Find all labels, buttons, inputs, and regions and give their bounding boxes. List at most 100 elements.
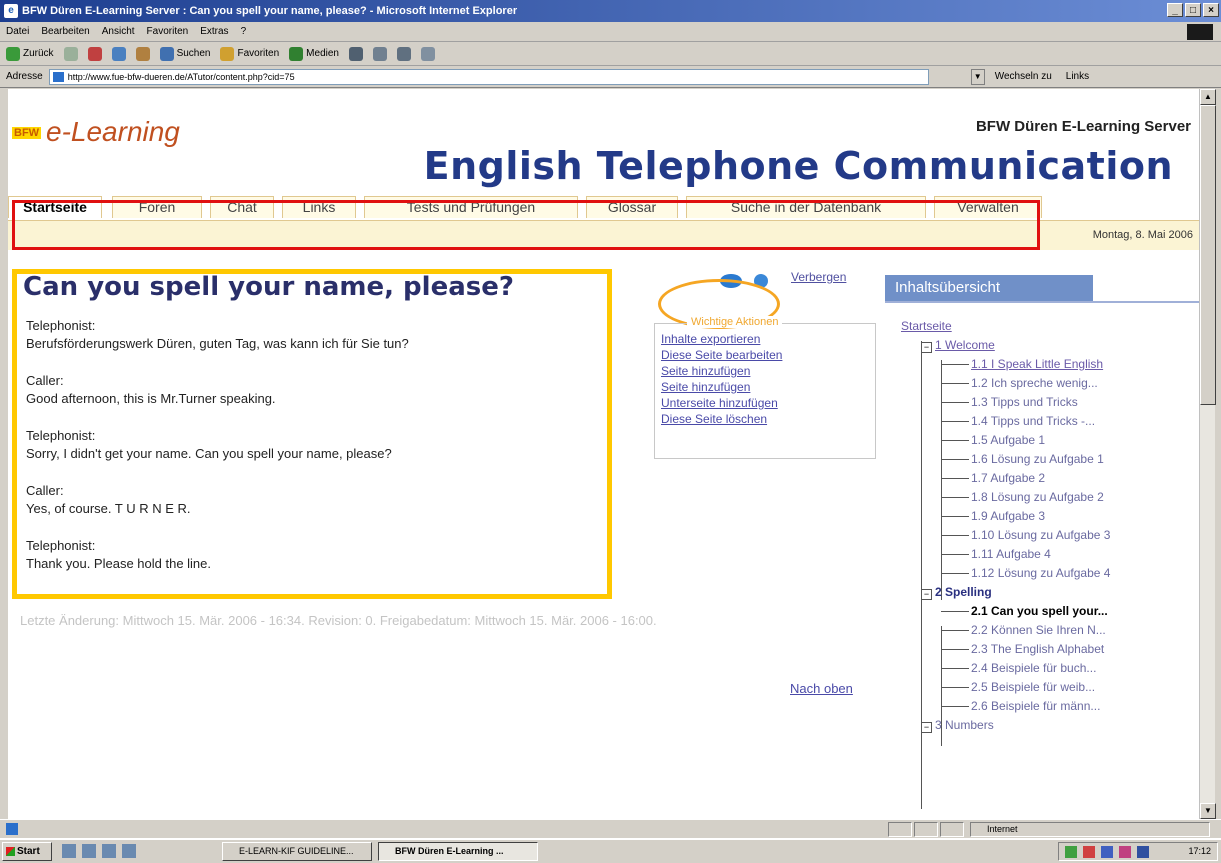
links-button[interactable]: Links xyxy=(1066,71,1089,82)
desktop-icon[interactable] xyxy=(62,844,76,858)
home-button[interactable] xyxy=(135,46,150,61)
history-icon xyxy=(348,46,363,61)
toc-item: 1.4 Tipps und Tricks -... xyxy=(901,412,1191,431)
close-button[interactable]: × xyxy=(1203,3,1219,17)
address-label: Adresse xyxy=(6,71,43,82)
page-status-icon xyxy=(6,823,18,835)
toc-item: 2.2 Können Sie Ihren N... xyxy=(901,621,1191,640)
home-icon xyxy=(135,46,150,61)
action-delete-page[interactable]: Diese Seite löschen xyxy=(661,411,875,427)
history-button[interactable] xyxy=(348,46,363,61)
menu-favorites[interactable]: Favoriten xyxy=(147,26,189,37)
browser-icon[interactable] xyxy=(82,844,96,858)
media-button[interactable]: Medien xyxy=(289,46,339,61)
menu-help[interactable]: ? xyxy=(241,26,247,37)
edit-button[interactable] xyxy=(420,46,435,61)
scroll-down-icon[interactable]: ▼ xyxy=(1200,803,1216,819)
toc-item: 2.1 Can you spell your... xyxy=(901,602,1191,621)
back-button[interactable]: Zurück xyxy=(6,46,54,61)
stop-button[interactable] xyxy=(87,46,102,61)
menu-view[interactable]: Ansicht xyxy=(102,26,135,37)
print-button[interactable] xyxy=(396,46,411,61)
toc-chapter-2[interactable]: 2 Spelling xyxy=(935,585,992,599)
table-of-contents: Startseite −1 Welcome 1.1 I Speak Little… xyxy=(901,317,1191,809)
action-add-page-2[interactable]: Seite hinzufügen xyxy=(661,379,875,395)
toc-item: 2.4 Beispiele für buch... xyxy=(901,659,1191,678)
toc-item: 1.6 Lösung zu Aufgabe 1 xyxy=(901,450,1191,469)
toc-chapter-1[interactable]: 1 Welcome xyxy=(935,338,995,352)
forward-arrow-icon xyxy=(63,46,78,61)
network-icon[interactable] xyxy=(1065,846,1077,858)
task-browser[interactable]: BFW Düren E-Learning ... xyxy=(378,842,538,861)
antivirus-icon[interactable] xyxy=(1083,846,1095,858)
title-bar: e BFW Düren E-Learning Server : Can you … xyxy=(0,0,1221,22)
explorer-icon[interactable] xyxy=(122,844,136,858)
menu-tools[interactable]: Extras xyxy=(200,26,228,37)
page-icon xyxy=(52,71,64,82)
mail-icon xyxy=(372,46,387,61)
hide-menu-link[interactable]: Verbergen xyxy=(791,270,846,284)
menu-edit[interactable]: Bearbeiten xyxy=(41,26,89,37)
menu-bar: Datei Bearbeiten Ansicht Favoriten Extra… xyxy=(0,22,1221,42)
browser-window: e BFW Düren E-Learning Server : Can you … xyxy=(0,0,1221,863)
content-highlight-frame xyxy=(12,269,612,599)
go-button[interactable]: Wechseln zu xyxy=(995,71,1052,82)
forward-button[interactable] xyxy=(63,46,78,61)
collapse-icon[interactable]: − xyxy=(921,589,932,600)
toc-item: 1.2 Ich spreche wenig... xyxy=(901,374,1191,393)
elearning-logo: e-Learning xyxy=(46,116,180,147)
collapse-icon[interactable]: − xyxy=(921,342,932,353)
toc-item: −1 Welcome xyxy=(901,336,1191,355)
toc-item: −3 Numbers xyxy=(901,716,1191,735)
minimize-button[interactable]: _ xyxy=(1167,3,1183,17)
action-add-page[interactable]: Seite hinzufügen xyxy=(661,363,875,379)
actions-title: Wichtige Aktionen xyxy=(687,316,783,328)
favorites-button[interactable]: Favoriten xyxy=(220,46,279,61)
toc-item: 1.3 Tipps und Tricks xyxy=(901,393,1191,412)
menu-file[interactable]: Datei xyxy=(6,26,29,37)
star-icon xyxy=(220,46,235,61)
start-button[interactable]: Start xyxy=(2,842,52,861)
stop-icon xyxy=(87,46,102,61)
toc-item: 2.5 Beispiele für weib... xyxy=(901,678,1191,697)
security-zone: Internet xyxy=(970,822,1210,837)
task-guideline[interactable]: E-LEARN-KIF GUIDELINE... xyxy=(222,842,372,861)
toc-home-link[interactable]: Startseite xyxy=(901,319,952,333)
scroll-thumb[interactable] xyxy=(1200,105,1216,405)
action-add-subpage[interactable]: Unterseite hinzufügen xyxy=(661,395,875,411)
vertical-scrollbar[interactable]: ▲ ▼ xyxy=(1199,89,1216,819)
bfw-logo: BFW xyxy=(12,127,42,139)
address-input[interactable]: http://www.fue-bfw-dueren.de/ATutor/cont… xyxy=(48,68,929,85)
back-to-top-link[interactable]: Nach oben xyxy=(790,681,853,696)
action-edit-page[interactable]: Diese Seite bearbeiten xyxy=(661,347,875,363)
toc-item: 1.7 Aufgabe 2 xyxy=(901,469,1191,488)
edit-icon xyxy=(420,46,435,61)
collapse-icon[interactable]: − xyxy=(921,722,932,733)
action-export-content[interactable]: Inhalte exportieren xyxy=(661,331,875,347)
status-bar: Internet xyxy=(0,819,1221,838)
important-actions-box: Wichtige Aktionen Inhalte exportieren Di… xyxy=(654,316,876,459)
search-icon xyxy=(159,46,174,61)
mail-button[interactable] xyxy=(372,46,387,61)
window-title: BFW Düren E-Learning Server : Can you sp… xyxy=(22,5,518,17)
search-button[interactable]: Suchen xyxy=(159,46,210,61)
tray-app-icon-2[interactable] xyxy=(1137,846,1149,858)
tray-app-icon[interactable] xyxy=(1119,846,1131,858)
toc-item: −2 Spelling xyxy=(901,583,1191,602)
toc-header: Inhaltsübersicht xyxy=(885,275,1199,303)
maximize-button[interactable]: □ xyxy=(1185,3,1201,17)
refresh-icon xyxy=(111,46,126,61)
address-dropdown-button[interactable]: ▼ xyxy=(970,68,985,85)
refresh-button[interactable] xyxy=(111,46,126,61)
last-change-info: Letzte Änderung: Mittwoch 15. Mär. 2006 … xyxy=(20,613,657,628)
volume-icon[interactable] xyxy=(1101,846,1113,858)
current-date: Montag, 8. Mai 2006 xyxy=(1092,229,1193,241)
internet-explorer-icon: e xyxy=(4,4,18,18)
toc-item: 1.5 Aufgabe 1 xyxy=(901,431,1191,450)
outlook-icon[interactable] xyxy=(102,844,116,858)
toc-title[interactable]: Inhaltsübersicht xyxy=(885,275,1093,301)
toc-chapter-3[interactable]: 3 Numbers xyxy=(935,718,994,732)
toc-item: 1.8 Lösung zu Aufgabe 2 xyxy=(901,488,1191,507)
toc-divider xyxy=(885,301,1199,303)
scroll-up-icon[interactable]: ▲ xyxy=(1200,89,1216,105)
